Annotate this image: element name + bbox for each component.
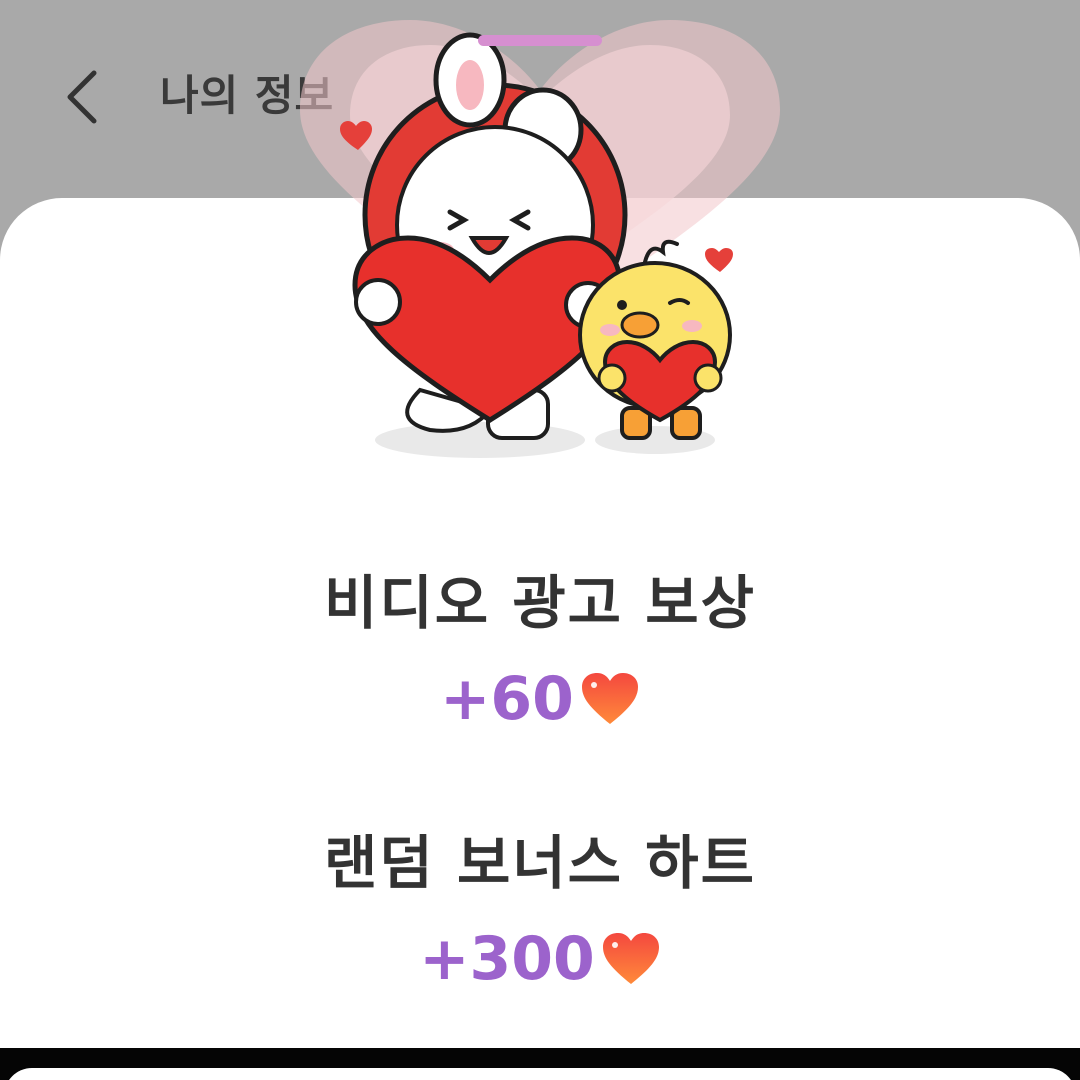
back-button[interactable]: [50, 62, 114, 132]
bunny-chick-illustration: [300, 20, 780, 458]
screen: 나의 정보 비디오 광고 보상 +60 랜덤 보너스 하트 +300: [0, 0, 1080, 1080]
reward-title-random-bonus: 랜덤 보너스 하트: [324, 829, 756, 897]
reward-amount-video-ad: +60: [0, 664, 1080, 734]
heart-icon: [581, 673, 638, 724]
next-sheet-edge: [4, 1068, 1076, 1080]
chevron-left-icon: [67, 70, 97, 124]
drag-handle[interactable]: [478, 35, 602, 46]
reward-title-video-ad: 비디오 광고 보상: [324, 569, 756, 637]
reward-amount-value: +60: [440, 664, 574, 734]
reward-amount-value: +300: [419, 924, 595, 994]
reward-amount-random-bonus: +300: [0, 924, 1080, 994]
heart-icon: [602, 933, 659, 984]
